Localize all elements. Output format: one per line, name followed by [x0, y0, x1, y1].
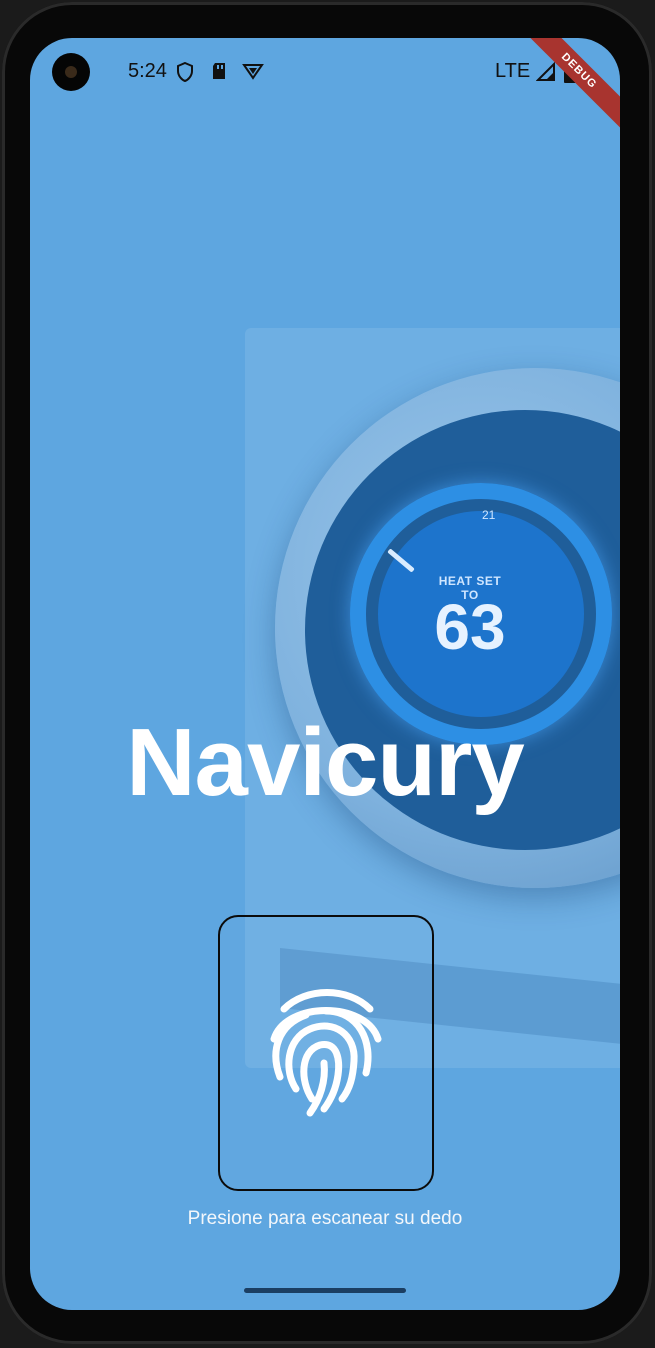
thermostat-value: 63 — [434, 591, 506, 663]
fingerprint-hint: Presione para escanear su dedo — [187, 1208, 463, 1229]
vpn-icon — [242, 62, 264, 84]
status-time: 5:24 — [128, 60, 167, 82]
sd-card-icon — [211, 62, 227, 84]
status-bar: 5:24 LTE DEBUG — [30, 38, 620, 132]
app-screen: 21 HEAT SET TO 63 5:24 LTE DEBUG Navicur… — [30, 38, 620, 1310]
app-title: Navicury — [126, 709, 525, 816]
fingerprint-scan-button[interactable] — [218, 915, 434, 1191]
front-camera — [52, 53, 90, 91]
shield-icon — [176, 61, 194, 86]
home-indicator[interactable] — [244, 1288, 406, 1293]
signal-icon — [535, 61, 556, 86]
thermostat-small-value: 21 — [482, 508, 496, 522]
network-type: LTE — [495, 60, 531, 82]
